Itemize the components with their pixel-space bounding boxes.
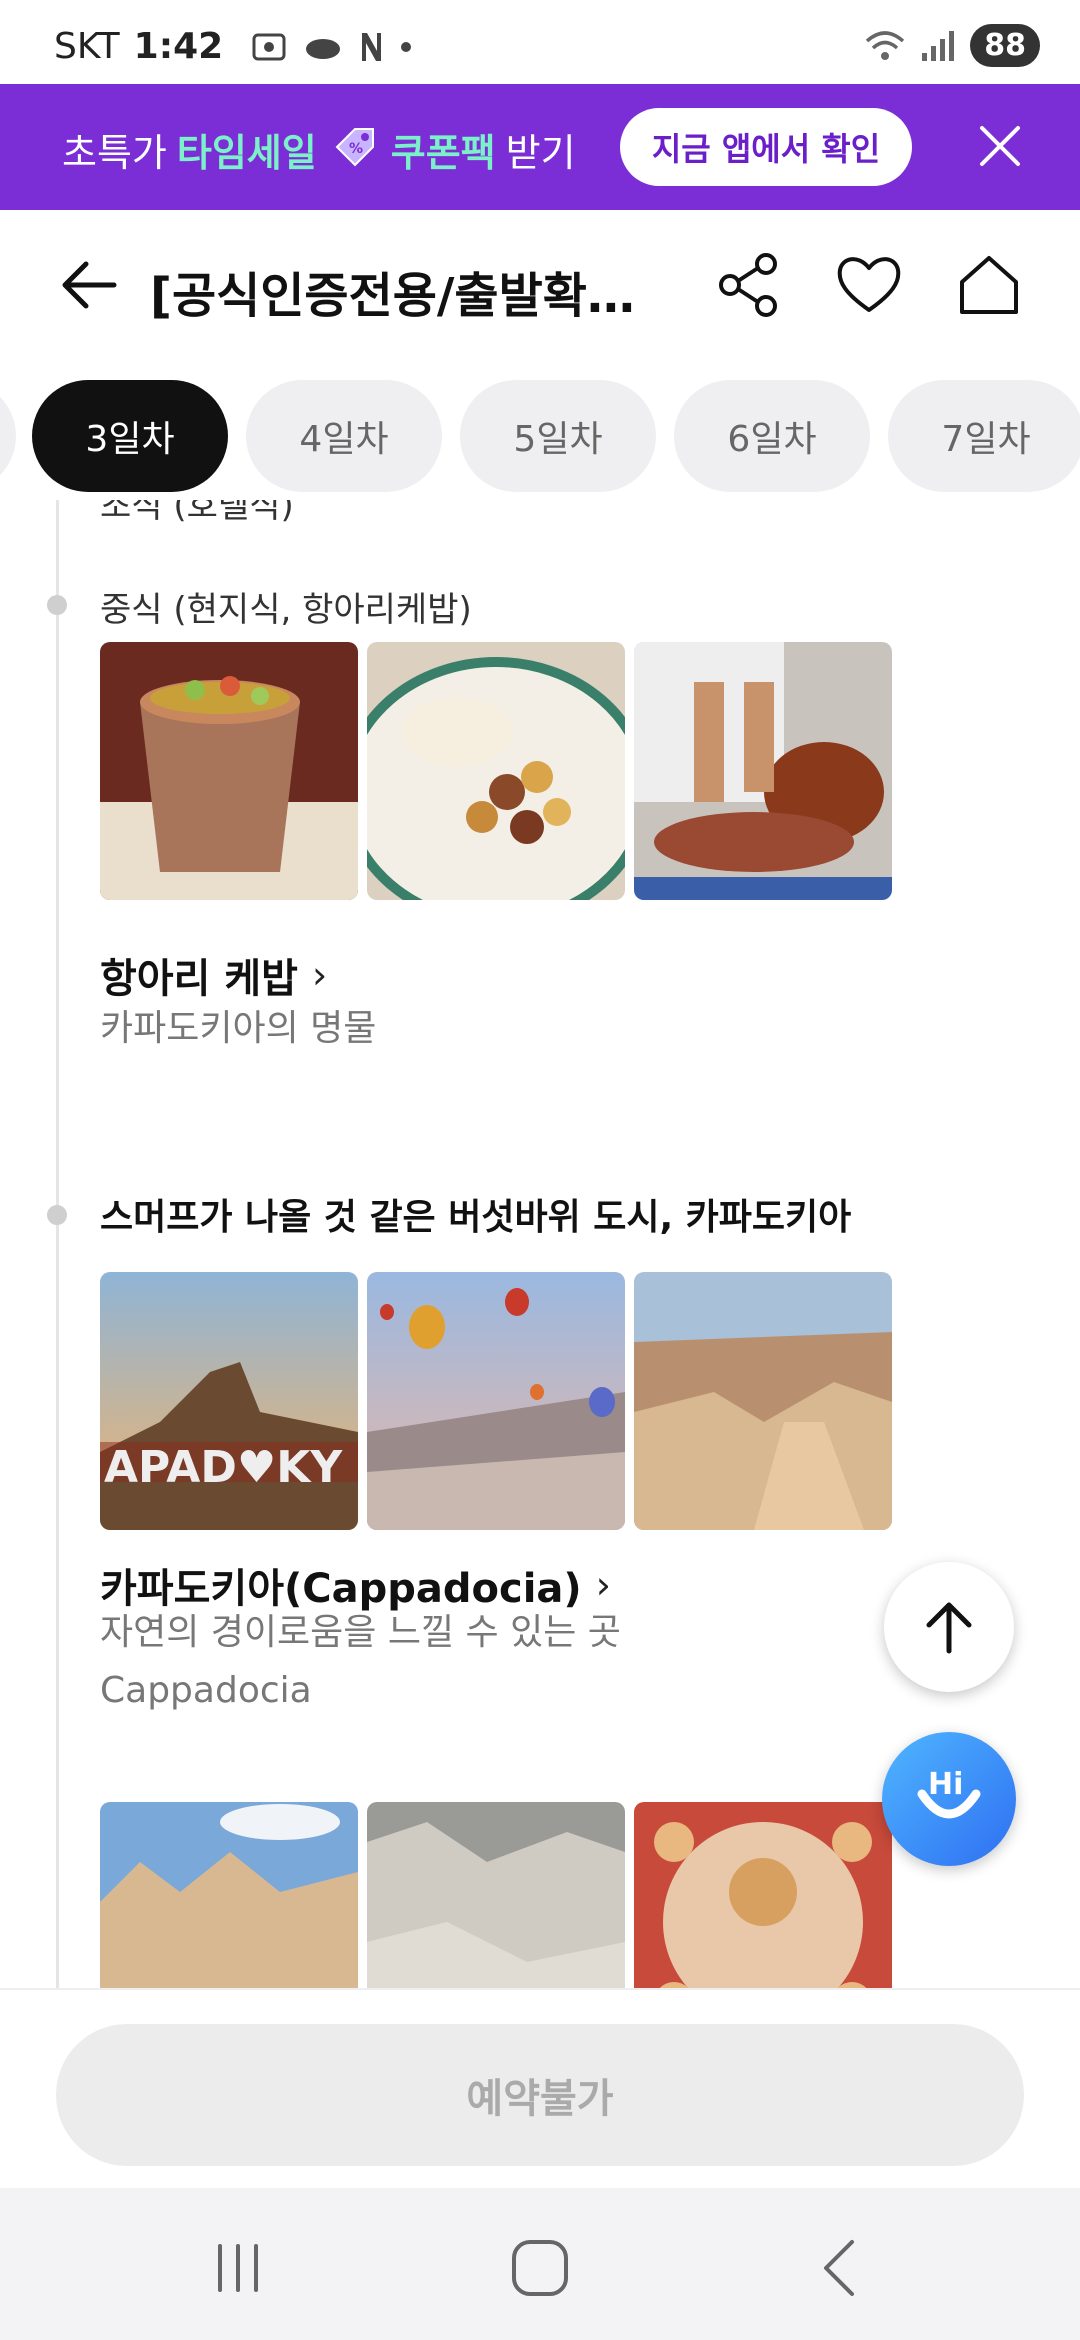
cappadocia-more-photos (100, 1802, 892, 1988)
cappadocia-photo-row: APAD♥KY (100, 1272, 892, 1530)
tab-day-4[interactable]: 4일차 (246, 380, 442, 492)
status-bar: SKT 1:42 88 (0, 0, 1080, 84)
promo-highlight-couponpack: 쿠폰팩 (390, 131, 496, 175)
system-nav-bar (0, 2188, 1080, 2340)
scroll-to-top-button[interactable] (884, 1562, 1014, 1692)
chat-hi-label: Hi (928, 1767, 963, 1802)
page-title: [공식인증전용/출발확정/무슬림/바이토/전일정5성급] (150, 268, 650, 324)
day-tabs: 3일차 4일차 5일차 6일차 7일차 (0, 380, 1080, 496)
chevron-right-icon: › (311, 953, 328, 997)
place-desc-line1: 자연의 경이로움을 느낄 수 있는 곳 (100, 1612, 621, 1653)
photo-valley-formations[interactable] (634, 1272, 892, 1530)
tab-day-6[interactable]: 6일차 (674, 380, 870, 492)
timeline-dot (47, 595, 67, 615)
chevron-right-icon: › (595, 1563, 611, 1607)
heart-icon[interactable] (834, 250, 904, 320)
svg-text:APAD♥KY: APAD♥KY (104, 1442, 343, 1493)
home-icon[interactable] (954, 250, 1024, 320)
timeline-dot (47, 1205, 67, 1225)
promo-highlight-timesale: 타임세일 (176, 131, 317, 175)
photo-cave-village[interactable] (100, 1802, 358, 1988)
place-desc-line2: Cappadocia (100, 1670, 312, 1711)
coupon-tag-icon: % (335, 127, 374, 166)
clock: 1:42 (133, 26, 224, 67)
dot-icon (401, 41, 412, 52)
n-icon (362, 32, 382, 61)
place-title-pottery-kebab[interactable]: 항아리 케밥 › (100, 946, 327, 1004)
tab-prev-day[interactable] (0, 380, 16, 492)
photo-kebab-plate[interactable] (367, 642, 625, 900)
carrier-label: SKT (54, 26, 120, 67)
lunch-photo-row (100, 642, 892, 900)
breakfast-label: 조식 (호텔식) (100, 500, 294, 526)
photo-rock-valley[interactable] (367, 1802, 625, 1988)
promo-banner[interactable]: 초특가 타임세일 % 쿠폰팩 받기 지금 앱에서 확인 (0, 84, 1080, 210)
signal-icon (922, 30, 955, 61)
arrow-up-icon (926, 1602, 972, 1654)
promo-text: 초특가 타임세일 % 쿠폰팩 받기 (62, 122, 576, 177)
book-button[interactable]: 예약불가 (56, 2024, 1024, 2166)
tab-day-5[interactable]: 5일차 (460, 380, 656, 492)
photo-church-fresco[interactable] (634, 1802, 892, 1988)
cloud-icon (306, 38, 341, 59)
tab-day-7[interactable]: 7일차 (888, 380, 1080, 492)
place-desc: 카파도키아의 명물 (100, 1008, 377, 1049)
promo-prefix: 초특가 (62, 131, 167, 175)
timeline-line (56, 500, 59, 1988)
promo-suffix: 받기 (505, 131, 576, 175)
photo-hot-air-balloons[interactable] (367, 1272, 625, 1530)
back-arrow-icon[interactable] (56, 250, 126, 320)
battery-level: 88 (970, 24, 1040, 67)
share-icon[interactable] (714, 250, 784, 320)
photo-chef-pot[interactable] (634, 642, 892, 900)
place-desc: 자연의 경이로움을 느낄 수 있는 곳 Cappadocia (100, 1604, 621, 1720)
recent-apps-icon[interactable] (198, 2228, 278, 2308)
tab-day-3[interactable]: 3일차 (32, 380, 228, 492)
svg-text:%: % (349, 141, 363, 157)
close-icon[interactable] (974, 120, 1026, 172)
nav-home-icon[interactable] (500, 2228, 580, 2308)
place-title-text: 항아리 케밥 (100, 956, 298, 1002)
section-title: 스머프가 나올 것 같은 버섯바위 도시, 카파도키아 (100, 1197, 852, 1238)
screenshot-icon (252, 33, 286, 60)
nav-back-icon[interactable] (802, 2228, 882, 2308)
app-header: [공식인증전용/출발확정/무슬림/바이토/전일정5성급] (0, 210, 1080, 360)
photo-cappadocia-sign[interactable]: APAD♥KY (100, 1272, 358, 1530)
chat-hi-button[interactable]: Hi (882, 1732, 1016, 1866)
photo-pottery-kebab[interactable] (100, 642, 358, 900)
lunch-label: 중식 (현지식, 항아리케밥) (100, 590, 472, 630)
bottom-action-bar: 예약불가 (0, 1988, 1080, 2188)
wifi-icon (866, 30, 905, 60)
hi-chat-icon: Hi (917, 1767, 981, 1819)
open-in-app-button[interactable]: 지금 앱에서 확인 (620, 108, 912, 186)
